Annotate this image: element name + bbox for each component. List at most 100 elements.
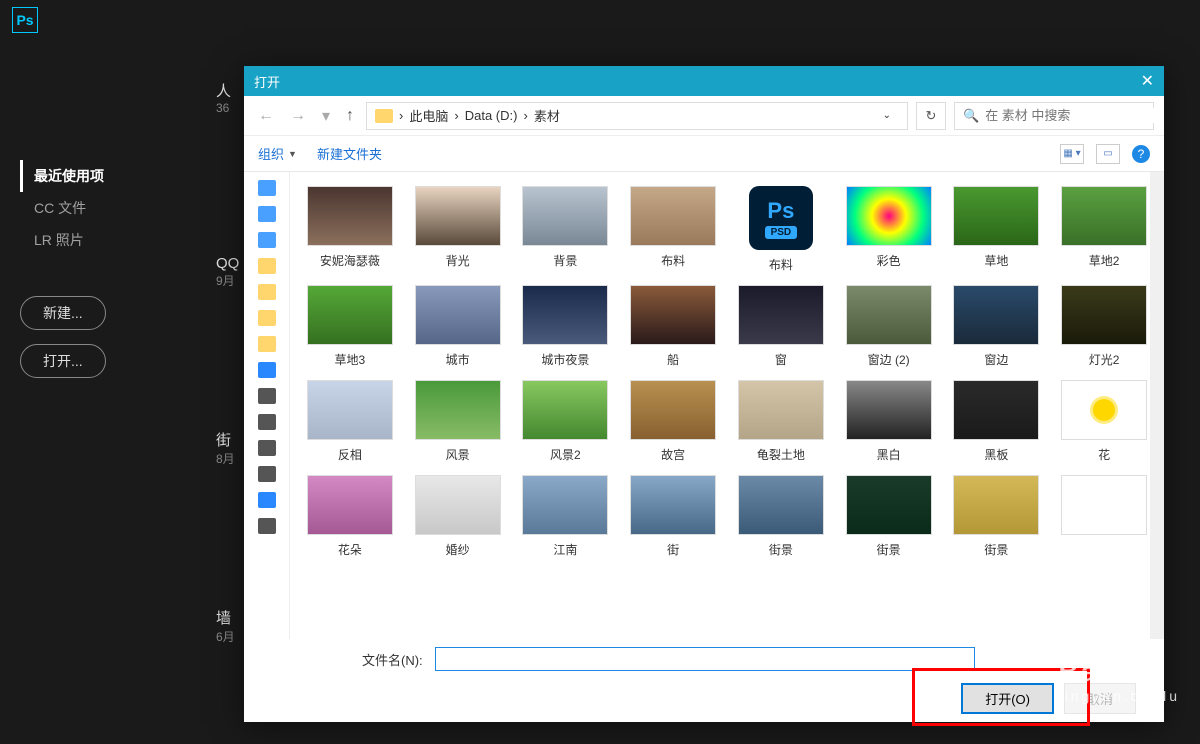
nav-lr-photos[interactable]: LR 照片 xyxy=(20,224,180,256)
help-icon[interactable]: ? xyxy=(1132,145,1150,163)
file-item[interactable]: 窗 xyxy=(729,281,833,372)
file-item[interactable]: 草地3 xyxy=(298,281,402,372)
file-item[interactable]: 城市 xyxy=(406,281,510,372)
nav-up-icon[interactable]: ↑ xyxy=(342,107,358,125)
new-folder-button[interactable]: 新建文件夹 xyxy=(317,144,382,163)
sidebar-location-icon[interactable] xyxy=(258,180,276,196)
sidebar-location-icon[interactable] xyxy=(258,388,276,404)
file-item[interactable]: 灯光2 xyxy=(1052,281,1156,372)
file-item[interactable]: 黑板 xyxy=(945,376,1049,467)
refresh-button[interactable]: ↻ xyxy=(916,102,946,130)
file-item[interactable]: 城市夜景 xyxy=(514,281,618,372)
file-item[interactable]: 街景 xyxy=(945,471,1049,562)
sidebar-location-icon[interactable] xyxy=(258,518,276,534)
file-thumbnail xyxy=(415,475,501,535)
file-item[interactable]: 安妮海瑟薇 xyxy=(298,182,402,277)
file-item[interactable]: 彩色 xyxy=(837,182,941,277)
file-item[interactable]: 布料 xyxy=(621,182,725,277)
open-button[interactable]: 打开... xyxy=(20,344,106,378)
dialog-cancel-button[interactable]: 取消 xyxy=(1064,683,1136,714)
file-item[interactable]: 背景 xyxy=(514,182,618,277)
sidebar-location-icon[interactable] xyxy=(258,284,276,300)
file-name: 草地 xyxy=(984,252,1008,269)
sidebar-location-icon[interactable] xyxy=(258,258,276,274)
file-name: 反相 xyxy=(338,446,362,463)
files-area[interactable]: 安妮海瑟薇背光背景布料PsPSD布料彩色草地 草地2 草地3 城市城市夜景船窗窗边 (… xyxy=(290,172,1164,639)
file-item[interactable] xyxy=(1052,471,1156,562)
file-item[interactable]: 背光 xyxy=(406,182,510,277)
file-name: 故宫 xyxy=(661,446,685,463)
file-item[interactable]: 街景 xyxy=(729,471,833,562)
file-thumbnail xyxy=(846,285,932,345)
file-item[interactable]: 风景2 xyxy=(514,376,618,467)
file-item[interactable]: 故宫 xyxy=(621,376,725,467)
breadcrumb[interactable]: › 此电脑 › Data (D:) › 素材 ⌄ xyxy=(366,102,908,130)
file-item[interactable]: PsPSD布料 xyxy=(729,182,833,277)
file-item[interactable]: 风景 xyxy=(406,376,510,467)
file-thumbnail xyxy=(307,285,393,345)
file-item[interactable]: 街景 xyxy=(837,471,941,562)
crumb-pc[interactable]: 此电脑 xyxy=(409,106,448,125)
dialog-sidebar[interactable] xyxy=(244,172,290,639)
file-thumbnail xyxy=(1061,285,1147,345)
sidebar-location-icon[interactable] xyxy=(258,232,276,248)
sidebar-location-icon[interactable] xyxy=(258,440,276,456)
file-thumbnail xyxy=(522,186,608,246)
preview-pane-button[interactable]: ▭ xyxy=(1096,144,1120,164)
nav-cc-files[interactable]: CC 文件 xyxy=(20,192,180,224)
file-item[interactable]: 街 xyxy=(621,471,725,562)
crumb-drive[interactable]: Data (D:) xyxy=(465,108,518,123)
file-item[interactable]: 草地2 xyxy=(1052,182,1156,277)
file-item[interactable]: 江南 xyxy=(514,471,618,562)
dialog-title-text: 打开 xyxy=(254,72,280,91)
file-name: 街 xyxy=(667,541,679,558)
sidebar-location-icon[interactable] xyxy=(258,336,276,352)
nav-back-icon[interactable]: ← xyxy=(254,107,278,125)
nav-list: 最近使用项 CC 文件 LR 照片 xyxy=(20,160,180,256)
sidebar-location-icon[interactable] xyxy=(258,466,276,482)
file-thumbnail xyxy=(630,475,716,535)
filename-input[interactable] xyxy=(435,647,975,671)
file-name: 花 xyxy=(1098,446,1110,463)
file-thumbnail xyxy=(522,475,608,535)
file-name: 草地2 xyxy=(1089,252,1120,269)
nav-recent[interactable]: 最近使用项 xyxy=(20,160,180,192)
file-name: 江南 xyxy=(553,541,577,558)
crumb-dropdown-icon[interactable]: ⌄ xyxy=(875,110,899,121)
file-thumbnail xyxy=(738,380,824,440)
sidebar-location-icon[interactable] xyxy=(258,414,276,430)
crumb-folder[interactable]: 素材 xyxy=(534,106,560,125)
new-button[interactable]: 新建... xyxy=(20,296,106,330)
file-name: 黑白 xyxy=(877,446,901,463)
file-item[interactable]: 船 xyxy=(621,281,725,372)
file-thumbnail xyxy=(846,475,932,535)
view-mode-button[interactable]: ▦ ▾ xyxy=(1060,144,1084,164)
file-name: 风景 xyxy=(446,446,470,463)
nav-forward-icon[interactable]: → xyxy=(286,107,310,125)
dialog-open-button[interactable]: 打开(O) xyxy=(961,683,1054,714)
scrollbar[interactable] xyxy=(1150,172,1164,639)
sidebar-location-icon[interactable] xyxy=(258,492,276,508)
file-item[interactable]: 花朵 xyxy=(298,471,402,562)
sidebar-location-icon[interactable] xyxy=(258,310,276,326)
dialog-main: 安妮海瑟薇背光背景布料PsPSD布料彩色草地 草地2 草地3 城市城市夜景船窗窗边 (… xyxy=(244,172,1164,639)
search-box[interactable]: 🔍 xyxy=(954,102,1154,130)
file-item[interactable]: 婚纱 xyxy=(406,471,510,562)
file-thumbnail xyxy=(953,285,1039,345)
close-icon[interactable]: ✕ xyxy=(1141,71,1154,91)
file-item[interactable]: 花 xyxy=(1052,376,1156,467)
file-name: 草地3 xyxy=(335,351,366,368)
file-item[interactable]: 窗边 xyxy=(945,281,1049,372)
file-item[interactable]: 龟裂土地 xyxy=(729,376,833,467)
file-item[interactable]: 黑白 xyxy=(837,376,941,467)
sidebar-location-icon[interactable] xyxy=(258,362,276,378)
sidebar-location-icon[interactable] xyxy=(258,206,276,222)
file-item[interactable]: 窗边 (2) xyxy=(837,281,941,372)
file-item[interactable]: 反相 xyxy=(298,376,402,467)
file-item[interactable]: 草地 xyxy=(945,182,1049,277)
file-name: 黑板 xyxy=(984,446,1008,463)
search-input[interactable] xyxy=(985,108,1161,123)
nav-recent-icon[interactable]: ▾ xyxy=(318,106,334,126)
organize-button[interactable]: 组织 ▼ xyxy=(258,144,297,163)
file-thumbnail xyxy=(307,186,393,246)
